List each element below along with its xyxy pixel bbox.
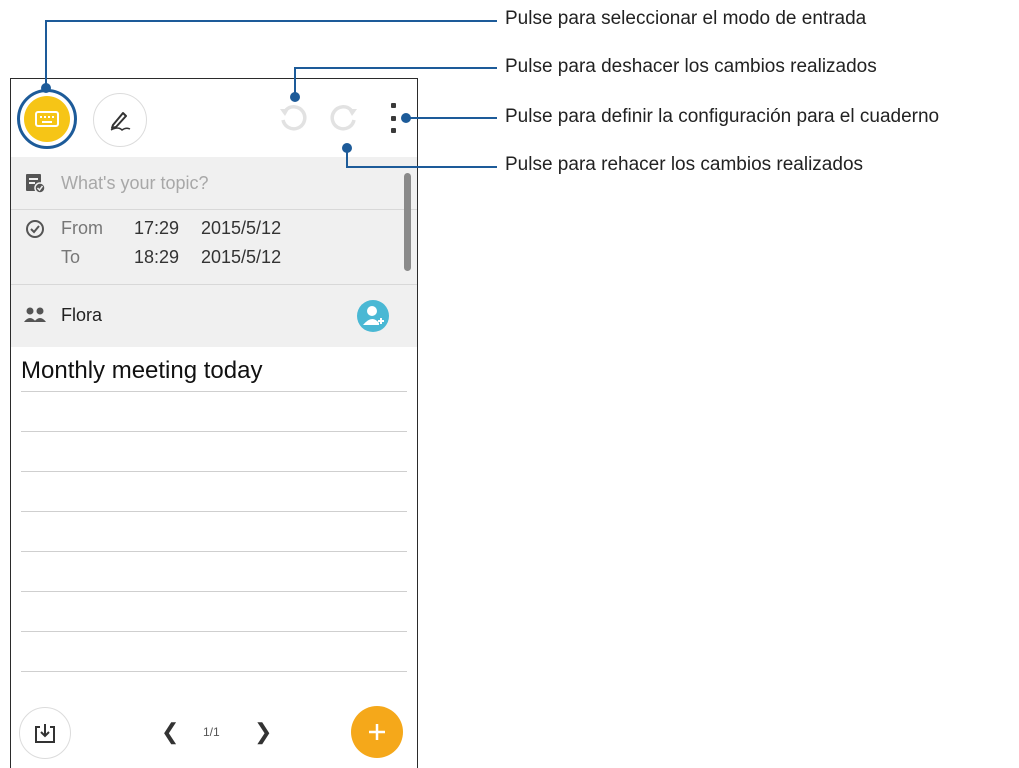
ruled-line xyxy=(21,391,407,392)
ruled-line xyxy=(21,551,407,552)
import-icon xyxy=(35,724,55,743)
ruled-line xyxy=(21,471,407,472)
redo-icon xyxy=(330,105,357,131)
add-attendee-button[interactable] xyxy=(357,300,389,332)
more-options-button[interactable] xyxy=(388,103,398,133)
more-vertical-icon xyxy=(390,103,396,108)
redo-button[interactable] xyxy=(327,101,361,135)
add-person-icon xyxy=(363,306,384,325)
ruled-line xyxy=(21,591,407,592)
ruled-line xyxy=(21,631,407,632)
keyboard-mode-button[interactable] xyxy=(17,89,77,149)
topic-placeholder: What's your topic? xyxy=(61,173,209,193)
handwriting-pen-icon xyxy=(110,112,131,131)
callout-redo: Pulse para rehacer los cambios realizado… xyxy=(505,154,864,175)
callout-settings: Pulse para definir la configuración para… xyxy=(505,106,940,127)
callout-line-settings xyxy=(405,117,497,119)
callout-line-input-mode xyxy=(45,20,47,86)
note-editor[interactable]: Monthly meeting today xyxy=(21,347,407,699)
note-text: Monthly meeting today xyxy=(21,357,263,384)
previous-page-button[interactable]: ❮ xyxy=(161,719,179,745)
callout-line-undo xyxy=(294,67,296,95)
menu-dot xyxy=(390,115,396,121)
import-button[interactable] xyxy=(19,707,71,759)
people-icon xyxy=(24,307,46,322)
keyboard-icon xyxy=(24,96,70,142)
callout-line-undo xyxy=(294,67,497,69)
notebook-screen: What's your topic? From 17:29 2015/5/12 … xyxy=(10,78,418,768)
clock-check-icon xyxy=(26,220,44,238)
menu-dot xyxy=(390,128,396,133)
ruled-line xyxy=(21,431,407,432)
attendees-section: Flora xyxy=(11,285,417,347)
ruled-line xyxy=(21,511,407,512)
handwriting-mode-button[interactable] xyxy=(93,93,147,147)
from-label: From xyxy=(61,218,103,238)
to-time[interactable]: 18:29 xyxy=(134,247,179,268)
callout-line-redo xyxy=(346,147,348,168)
from-date[interactable]: 2015/5/12 xyxy=(201,218,281,239)
callout-input-mode: Pulse para seleccionar el modo de entrad… xyxy=(505,8,867,29)
callout-line-input-mode xyxy=(45,20,497,22)
to-date[interactable]: 2015/5/12 xyxy=(201,247,281,268)
add-page-button[interactable] xyxy=(351,706,403,758)
callout-undo: Pulse para deshacer los cambios realizad… xyxy=(505,56,877,77)
to-label: To xyxy=(61,247,81,267)
topic-field[interactable]: What's your topic? xyxy=(11,157,417,210)
schedule-section[interactable]: From 17:29 2015/5/12 To 18:29 2015/5/12 xyxy=(11,210,417,285)
callout-line-redo xyxy=(346,166,497,168)
next-page-button[interactable]: ❯ xyxy=(254,719,272,745)
bottom-bar: ❮ 1/1 ❯ xyxy=(11,699,417,768)
undo-button[interactable] xyxy=(276,101,310,135)
scrollbar[interactable] xyxy=(404,173,411,271)
from-time[interactable]: 17:29 xyxy=(134,218,179,239)
attendee-name: Flora xyxy=(61,305,103,325)
page-indicator: 1/1 xyxy=(203,725,220,739)
plus-icon xyxy=(369,724,385,740)
ruled-line xyxy=(21,671,407,672)
notebook-toolbar xyxy=(11,79,417,157)
undo-icon xyxy=(280,105,307,131)
topic-icon xyxy=(26,174,45,193)
